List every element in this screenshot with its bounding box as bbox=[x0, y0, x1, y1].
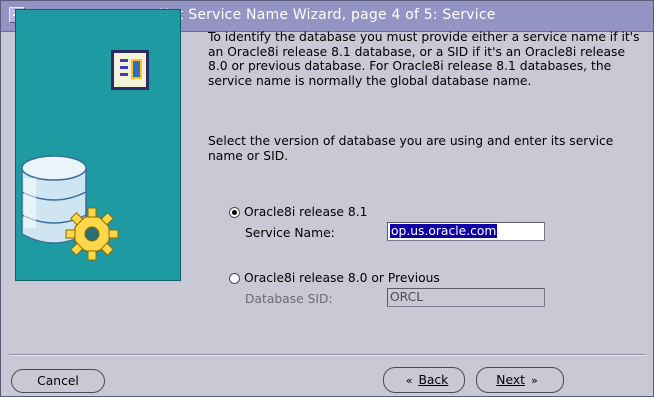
back-arrow-icon: « bbox=[405, 373, 413, 387]
radio-release-80-label: Oracle8i release 8.0 or Previous bbox=[244, 271, 440, 285]
radio-button-unchecked[interactable] bbox=[229, 272, 240, 284]
service-name-input[interactable]: op.us.oracle.com bbox=[387, 222, 545, 241]
wizard-illustration bbox=[15, 9, 181, 281]
illustration-svg bbox=[21, 50, 149, 261]
back-button-label: Back bbox=[418, 373, 449, 387]
footer-separator bbox=[9, 354, 646, 356]
database-sid-input[interactable]: ORCL bbox=[387, 288, 545, 307]
radio-button-checked[interactable] bbox=[229, 206, 240, 218]
cancel-button-label: Cancel bbox=[37, 374, 79, 388]
database-sid-label: Database SID: bbox=[245, 292, 333, 306]
instruction-text: Select the version of database you are u… bbox=[208, 134, 614, 163]
intro-text: To identify the database you must provid… bbox=[208, 30, 640, 88]
service-name-value: op.us.oracle.com bbox=[390, 224, 498, 238]
radio-release-81[interactable]: Oracle8i release 8.1 bbox=[229, 205, 367, 219]
database-sid-value: ORCL bbox=[390, 290, 424, 304]
next-arrow-icon: » bbox=[530, 373, 538, 387]
gear-icon bbox=[65, 207, 119, 261]
back-button[interactable]: « Back bbox=[383, 367, 465, 393]
service-name-label: Service Name: bbox=[245, 226, 335, 240]
wizard-window: Net Service Name Wizard, page 4 of 5: Se… bbox=[0, 0, 654, 397]
next-button[interactable]: Next » bbox=[476, 367, 564, 393]
radio-release-81-label: Oracle8i release 8.1 bbox=[244, 205, 368, 219]
cancel-button[interactable]: Cancel bbox=[11, 369, 105, 393]
next-button-label: Next bbox=[496, 373, 525, 387]
document-icon bbox=[111, 50, 149, 90]
radio-release-80[interactable]: Oracle8i release 8.0 or Previous bbox=[229, 271, 440, 285]
